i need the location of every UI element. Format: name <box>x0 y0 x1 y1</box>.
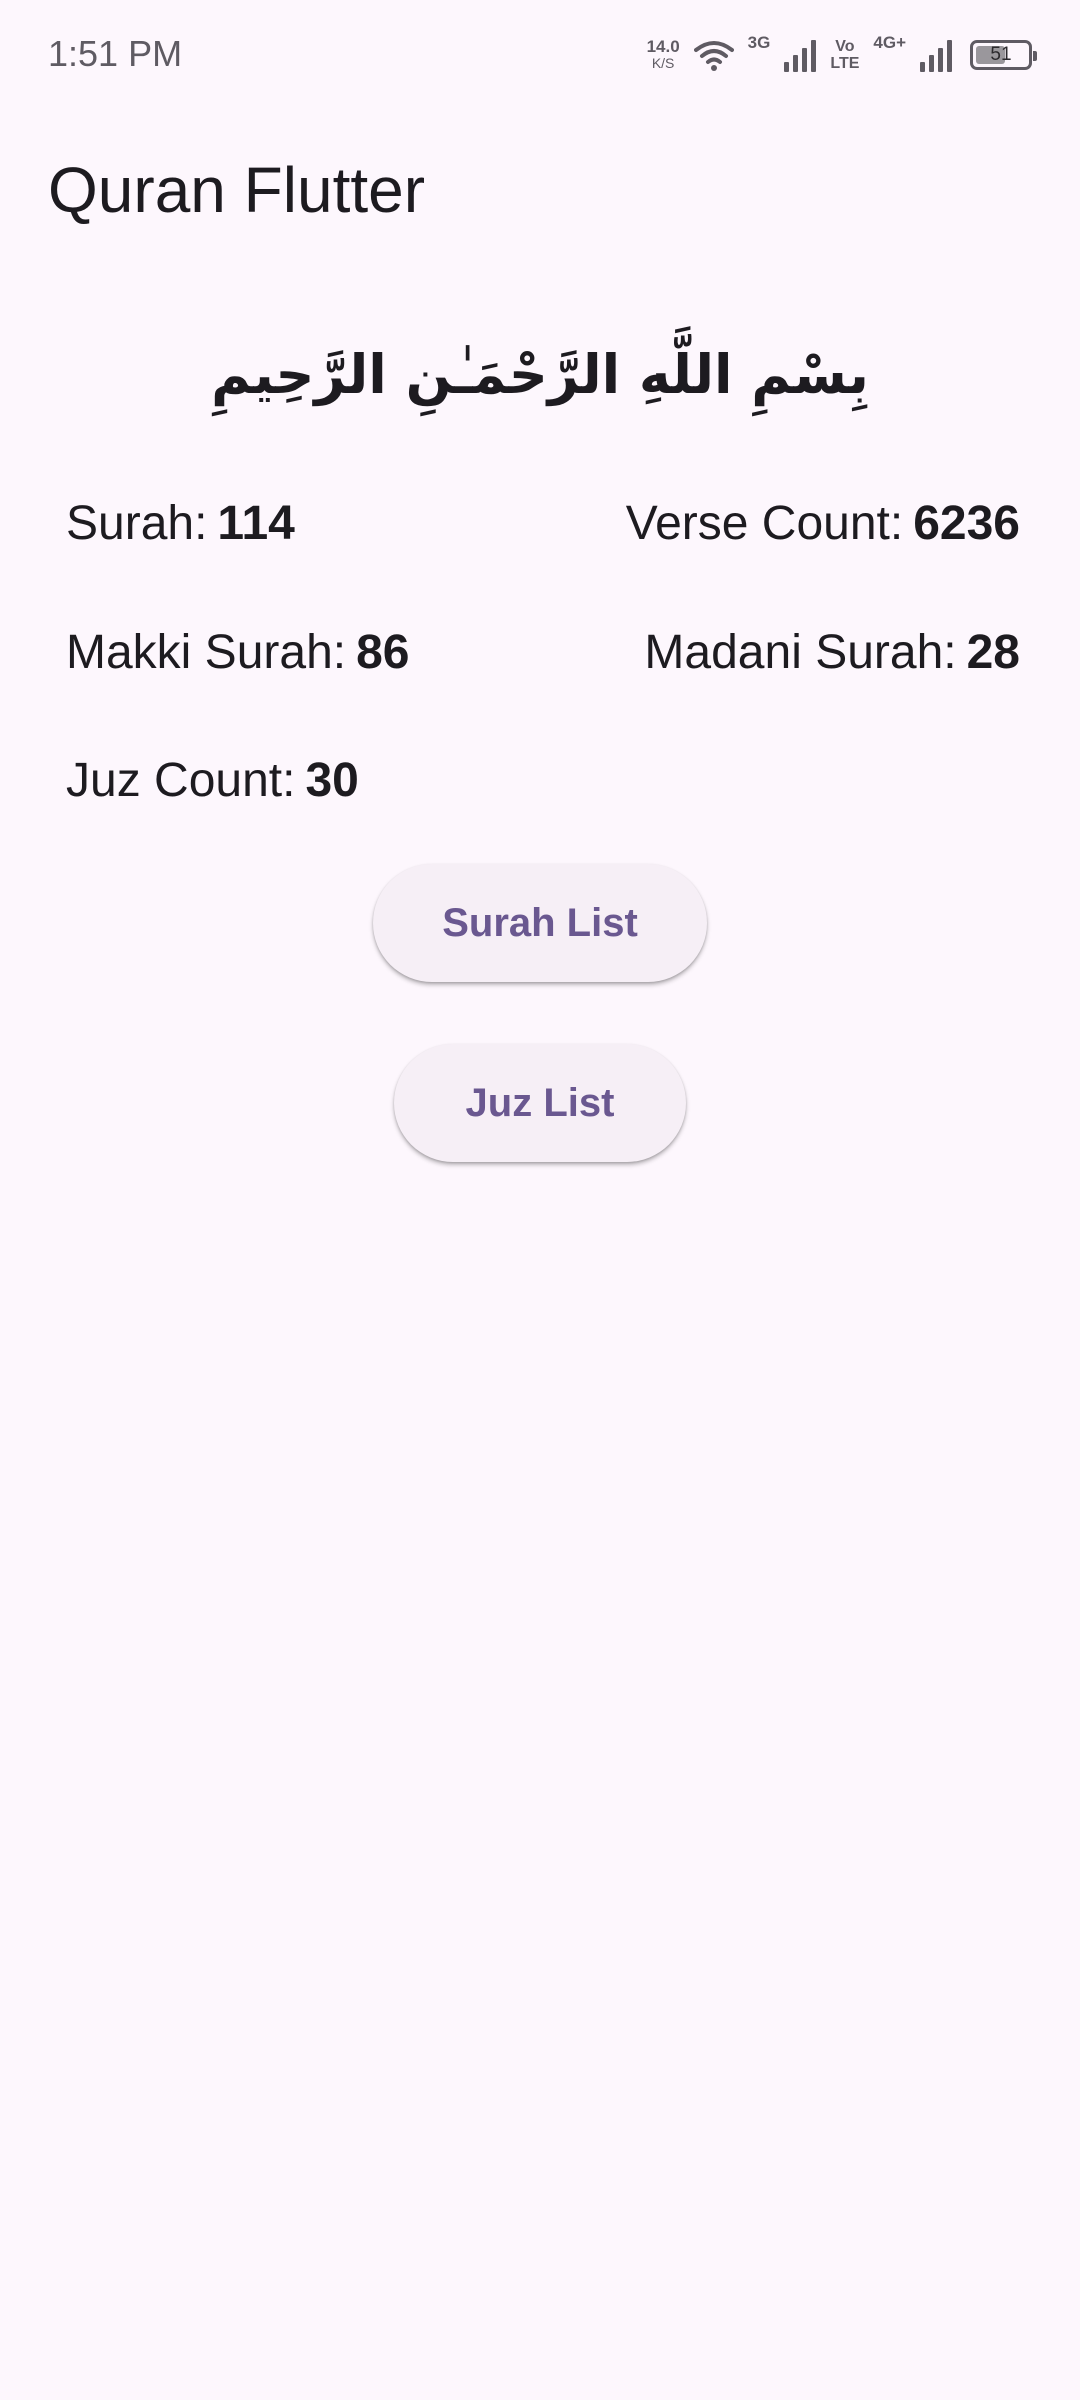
signal-icon <box>784 38 817 72</box>
status-time: 1:51 PM <box>48 33 183 74</box>
juz-count-stat: Juz Count: 30 <box>66 746 359 816</box>
volte-label: Vo LTE <box>830 38 859 72</box>
madani-surah-label: Madani Surah: <box>644 626 957 679</box>
network-speed-unit: K/S <box>651 55 675 71</box>
signal-icon <box>920 38 952 72</box>
status-icons: 14.0 K/S 3G Vo LTE 4G+ 51 <box>647 30 1037 80</box>
app-title: Quran Flutter <box>48 154 426 226</box>
network-4g-label: 4G+ <box>873 33 906 52</box>
bismillah-text: بِسْمِ اللَّهِ الرَّحْمَـٰنِ الرَّحِيمِ <box>211 343 869 406</box>
verse-count-value: 6236 <box>913 497 1020 550</box>
verse-count-stat: Verse Count: 6236 <box>626 489 1020 559</box>
stats-row-surah-verse: Surah: 114 Verse Count: 6236 <box>66 489 1020 559</box>
verse-count-label: Verse Count: <box>625 497 904 550</box>
juz-count-label: Juz Count: <box>66 754 296 807</box>
wifi-icon <box>693 41 734 71</box>
volte-top: Vo <box>835 38 855 55</box>
makki-surah-stat: Makki Surah: 86 <box>66 618 410 688</box>
surah-count-stat: Surah: 114 <box>66 489 295 559</box>
battery-icon: 51 <box>970 40 1037 70</box>
surah-count-label: Surah: <box>66 497 208 550</box>
network-3g-label: 3G <box>747 33 771 52</box>
juz-count-value: 30 <box>305 754 359 807</box>
stats-row-makki-madani: Makki Surah: 86 Madani Surah: 28 <box>66 618 1020 688</box>
surah-count-value: 114 <box>217 497 295 550</box>
madani-surah-stat: Madani Surah: 28 <box>644 618 1020 688</box>
juz-list-button[interactable]: Juz List <box>394 1044 686 1162</box>
network-speed: 14.0 K/S <box>647 38 680 72</box>
status-bar: 1:51 PM 14.0 K/S 3G Vo LTE 4G+ 51 <box>0 0 1080 110</box>
network-speed-value: 14.0 <box>646 37 680 56</box>
battery-level: 51 <box>990 44 1012 65</box>
madani-surah-value: 28 <box>966 626 1020 679</box>
makki-surah-label: Makki Surah: <box>66 626 347 679</box>
makki-surah-value: 86 <box>356 626 410 679</box>
stats-row-juz: Juz Count: 30 <box>66 746 1020 816</box>
volte-bottom: LTE <box>830 55 860 72</box>
surah-list-button[interactable]: Surah List <box>373 864 707 982</box>
